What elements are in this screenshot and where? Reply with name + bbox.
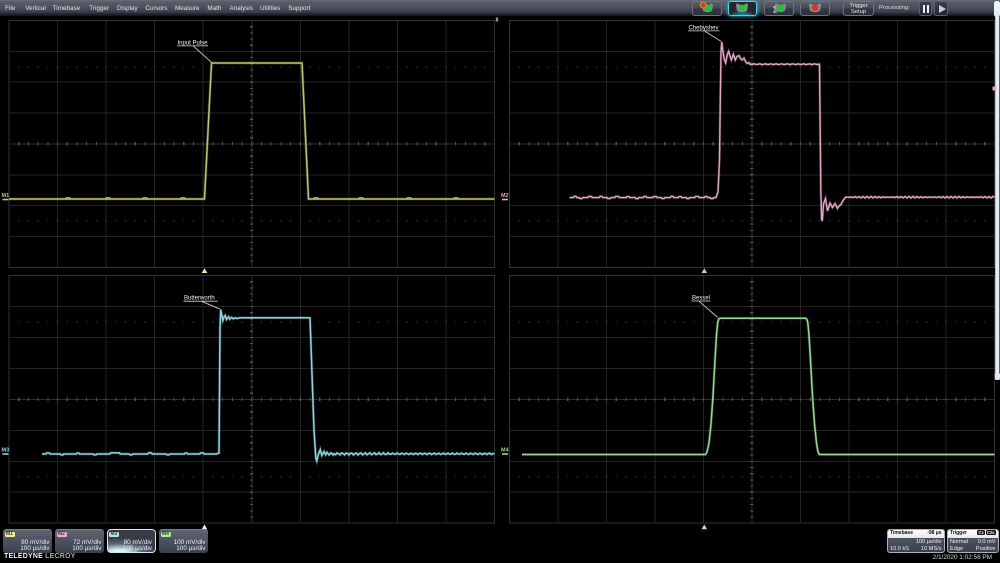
svg-text:M4: M4	[501, 448, 510, 454]
svg-text:M2: M2	[501, 193, 509, 199]
svg-text:Input Pulse: Input Pulse	[178, 40, 209, 46]
svg-text:M1: M1	[2, 193, 10, 199]
svg-text:Butterworth: Butterworth	[184, 296, 215, 302]
svg-text:M3: M3	[2, 448, 10, 454]
svg-text:Bessel: Bessel	[692, 295, 710, 301]
svg-text:Chebyshev: Chebyshev	[689, 25, 719, 31]
svg-text:1: 1	[772, 5, 777, 15]
